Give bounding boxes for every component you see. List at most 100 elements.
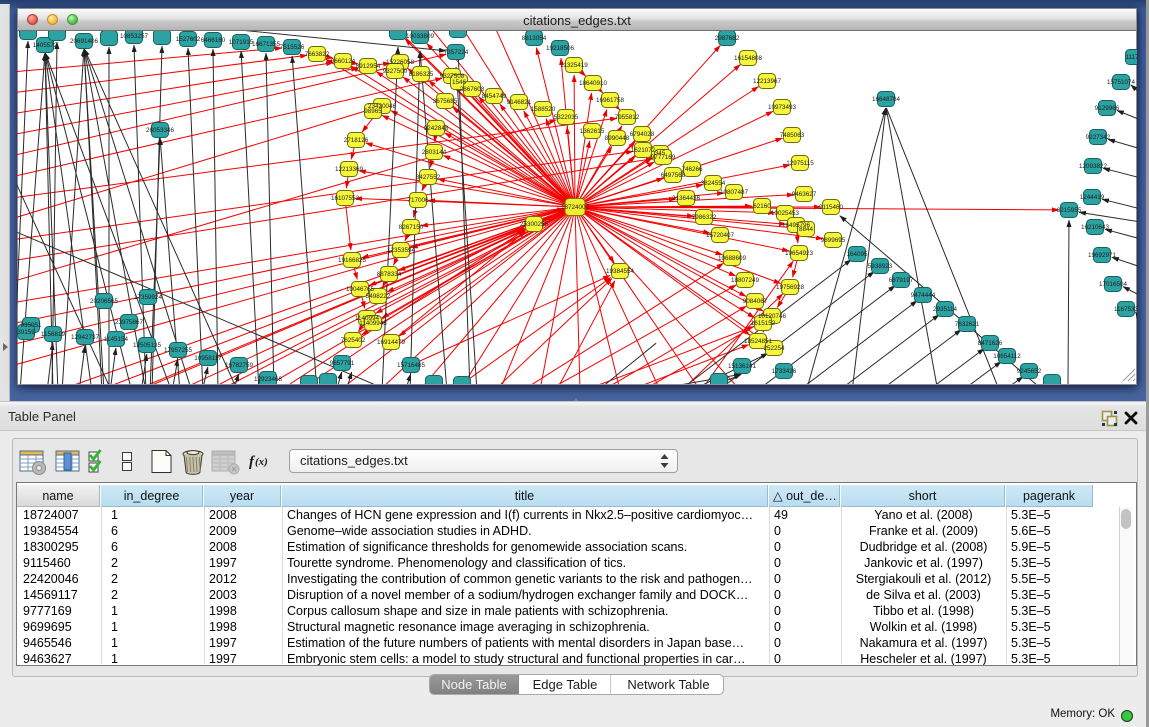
svg-text:935051: 935051 — [20, 322, 42, 329]
svg-text:6497568: 6497568 — [661, 172, 686, 179]
svg-text:(x): (x) — [255, 456, 268, 468]
svg-text:20206565: 20206565 — [90, 298, 119, 305]
svg-text:12353594: 12353594 — [387, 247, 416, 254]
svg-text:19756928: 19756928 — [776, 284, 805, 291]
svg-text:19218506: 19218506 — [546, 45, 575, 52]
svg-text:8471626: 8471626 — [978, 340, 1003, 347]
svg-text:15751074: 15751074 — [1107, 79, 1136, 86]
svg-text:25300255: 25300255 — [520, 221, 549, 228]
svg-text:2987682: 2987682 — [715, 35, 740, 42]
svg-text:9084067: 9084067 — [743, 298, 768, 305]
svg-text:8267150: 8267150 — [399, 224, 424, 231]
svg-text:2935114: 2935114 — [933, 306, 958, 313]
svg-text:18807249: 18807249 — [731, 277, 760, 284]
svg-text:1588520: 1588520 — [531, 106, 556, 113]
svg-text:23975867: 23975867 — [115, 319, 144, 326]
svg-text:39159: 39159 — [17, 329, 35, 336]
svg-text:7663822: 7663822 — [305, 51, 330, 58]
svg-text:1362615: 1362615 — [580, 128, 605, 135]
svg-text:9660124: 9660124 — [331, 58, 356, 65]
svg-text:10688609: 10688609 — [718, 255, 747, 262]
svg-text:1527602: 1527602 — [176, 36, 201, 43]
svg-text:8427552: 8427552 — [416, 174, 441, 181]
svg-text:9242848: 9242848 — [424, 125, 449, 132]
svg-text:252254: 252254 — [763, 345, 785, 352]
svg-text:3824554: 3824554 — [701, 180, 726, 187]
svg-text:15136141: 15136141 — [728, 363, 757, 370]
svg-text:7632621: 7632621 — [955, 321, 980, 328]
svg-text:8215955: 8215955 — [1057, 207, 1082, 214]
svg-text:1145154: 1145154 — [104, 336, 129, 343]
svg-text:98965: 98965 — [364, 108, 382, 115]
svg-text:7625402: 7625402 — [341, 337, 366, 344]
svg-text:6879197: 6879197 — [889, 277, 914, 284]
svg-text:16210643: 16210643 — [1081, 224, 1110, 231]
svg-text:1167533: 1167533 — [1114, 306, 1137, 313]
svg-text:1244419: 1244419 — [1080, 194, 1105, 201]
svg-text:8186325: 8186325 — [409, 71, 434, 78]
svg-text:12093822: 12093822 — [1079, 163, 1108, 170]
svg-text:17016504: 17016504 — [1099, 281, 1128, 288]
svg-text:15226058: 15226058 — [386, 59, 415, 66]
svg-text:16782759: 16782759 — [225, 362, 254, 369]
svg-text:6794028: 6794028 — [630, 131, 655, 138]
svg-text:9129966: 9129966 — [1095, 105, 1120, 112]
svg-text:18724007: 18724007 — [561, 204, 590, 211]
svg-text:16914479: 16914479 — [377, 339, 406, 346]
svg-text:16648784: 16648784 — [872, 96, 901, 103]
svg-text:2718126: 2718126 — [344, 137, 369, 144]
svg-text:10046765: 10046765 — [346, 286, 375, 293]
svg-text:19166825: 19166825 — [338, 257, 367, 264]
svg-text:15720407: 15720407 — [706, 232, 735, 239]
svg-text:5498222: 5498222 — [366, 293, 391, 300]
svg-text:5322035: 5322035 — [554, 114, 579, 121]
svg-text:17359924: 17359924 — [134, 294, 163, 301]
svg-text:10654112: 10654112 — [993, 353, 1021, 360]
svg-text:7955812: 7955812 — [615, 114, 640, 121]
svg-text:3675685: 3675685 — [433, 98, 458, 105]
svg-text:1733426: 1733426 — [772, 368, 797, 375]
svg-text:8878334: 8878334 — [377, 271, 402, 278]
svg-text:9777169: 9777169 — [651, 154, 676, 161]
svg-text:164095: 164095 — [846, 251, 868, 258]
svg-text:8813054: 8813054 — [522, 35, 547, 42]
svg-text:9327500: 9327500 — [383, 68, 408, 75]
svg-text:10025453: 10025453 — [771, 210, 800, 217]
svg-text:7986322: 7986322 — [692, 214, 717, 221]
svg-text:10853257: 10853257 — [120, 33, 149, 40]
svg-text:16107553: 16107553 — [331, 195, 360, 202]
svg-text:62160: 62160 — [753, 203, 771, 210]
svg-text:9245652: 9245652 — [1017, 368, 1042, 375]
svg-text:12942737: 12942737 — [71, 334, 100, 341]
svg-text:19654923: 19654923 — [785, 250, 814, 257]
svg-text:18524851: 18524851 — [744, 338, 773, 345]
svg-text:12505135: 12505135 — [133, 342, 162, 349]
svg-text:15716485: 15716485 — [397, 362, 426, 369]
svg-text:16961758: 16961758 — [596, 97, 625, 104]
svg-text:9463627: 9463627 — [792, 191, 817, 198]
svg-text:9657791: 9657791 — [330, 360, 355, 367]
svg-text:9899695: 9899695 — [821, 237, 846, 244]
svg-text:12923468: 12923468 — [254, 376, 283, 383]
svg-text:12975115: 12975115 — [786, 160, 814, 167]
svg-text:7357224: 7357224 — [444, 49, 469, 56]
svg-text:10958117: 10958117 — [194, 355, 222, 362]
svg-text:16154808: 16154808 — [734, 55, 763, 62]
svg-text:19384554: 19384554 — [606, 268, 635, 275]
svg-text:26053346: 26053346 — [146, 127, 175, 134]
svg-text:1546: 1546 — [452, 79, 467, 86]
svg-text:10807487: 10807487 — [720, 189, 749, 196]
svg-text:9146821: 9146821 — [507, 99, 532, 106]
svg-text:9227342: 9227342 — [1086, 134, 1111, 141]
svg-text:12213967: 12213967 — [753, 78, 782, 85]
svg-text:16671355: 16671355 — [252, 41, 281, 48]
svg-text:10973493: 10973493 — [768, 104, 797, 111]
svg-text:12213369: 12213369 — [335, 166, 364, 173]
svg-text:1621072: 1621072 — [631, 147, 656, 154]
svg-text:1615152: 1615152 — [751, 320, 776, 327]
svg-text:2867608: 2867608 — [460, 86, 485, 93]
svg-text:8990448: 8990448 — [605, 135, 630, 142]
svg-text:11325419: 11325419 — [560, 62, 588, 69]
svg-text:2803144: 2803144 — [422, 149, 447, 156]
svg-text:6466160: 6466160 — [201, 37, 226, 44]
